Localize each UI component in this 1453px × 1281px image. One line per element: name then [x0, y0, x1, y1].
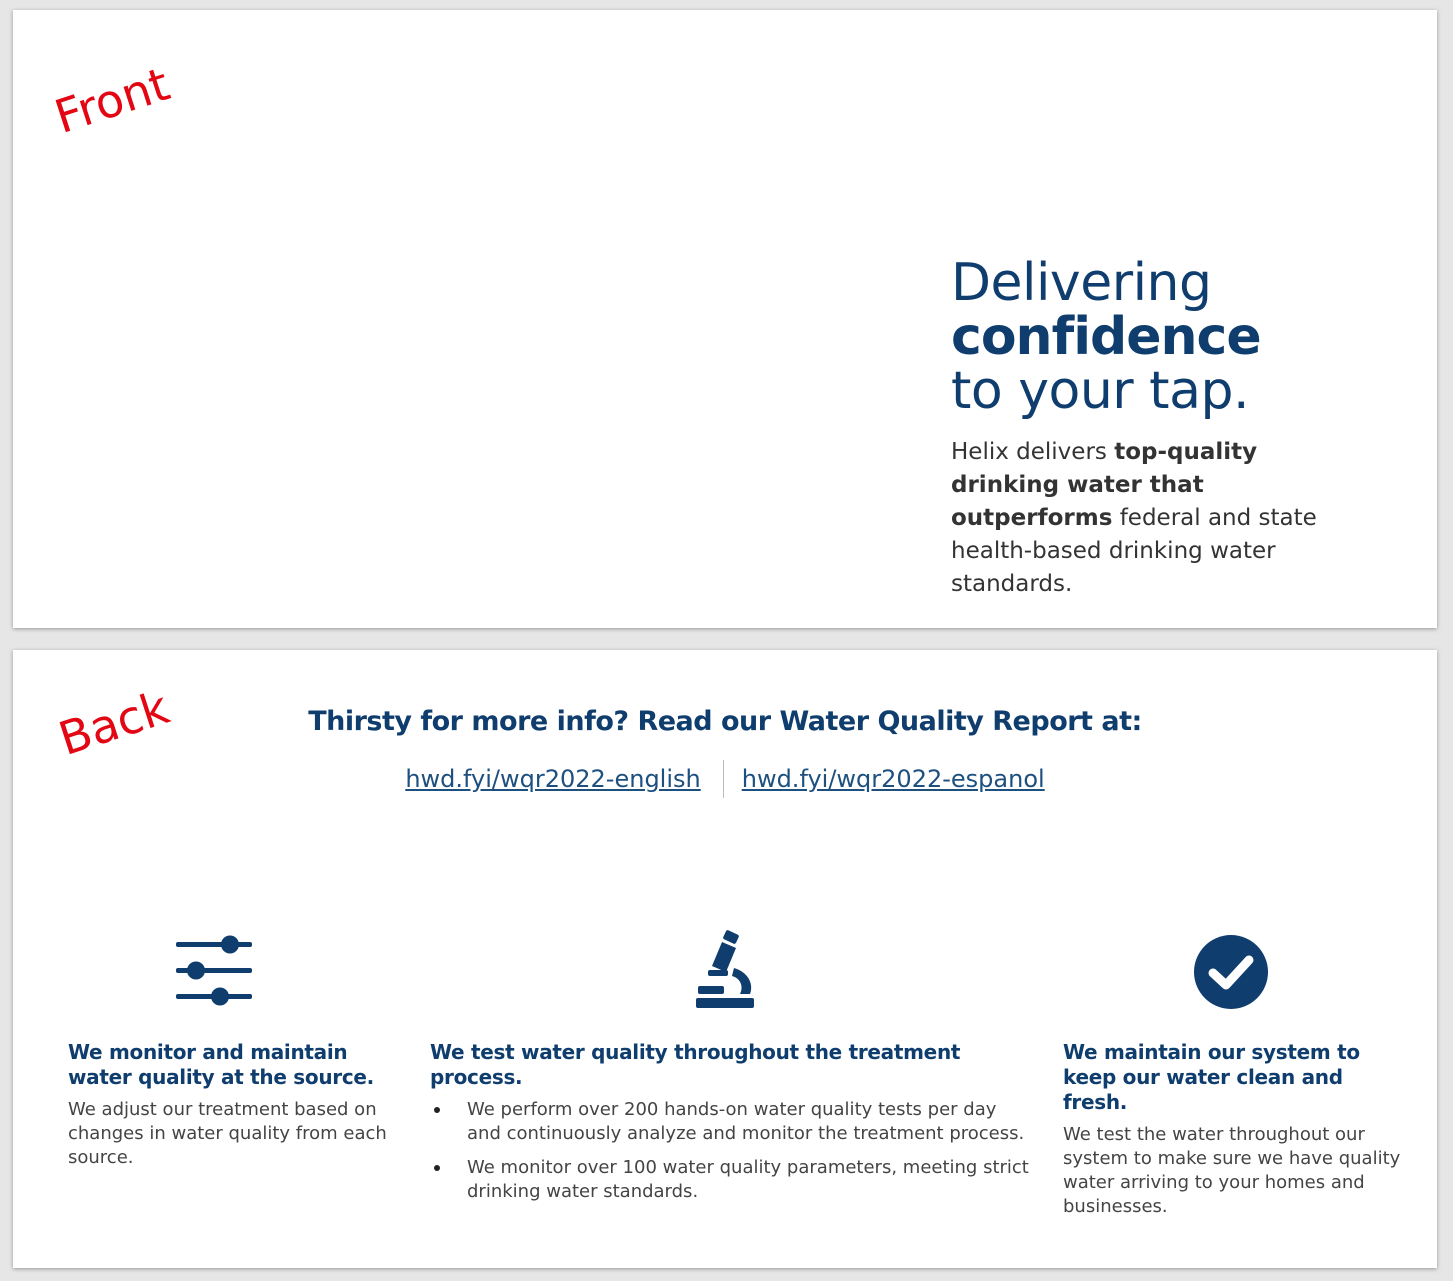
feature-body-system: We test the water throughout our system …: [1063, 1124, 1401, 1217]
headline-line-1: Delivering: [951, 253, 1212, 313]
front-description-part-1: Helix delivers: [951, 439, 1115, 465]
link-divider: [722, 760, 724, 798]
feature-bullet-list: We perform over 200 hands-on water quali…: [430, 1098, 1030, 1204]
front-description: Helix delivers top-quality drinking wate…: [951, 436, 1371, 601]
headline-line-3: to your tap.: [951, 361, 1249, 421]
front-headline: Delivering confidence to your tap.: [951, 253, 1262, 421]
back-title: Thirsty for more info? Read our Water Qu…: [308, 706, 1142, 737]
feature-bullet-parameters: We monitor over 100 water quality parame…: [430, 1156, 1030, 1204]
headline-line-2: confidence: [951, 307, 1262, 367]
front-page: Front Delivering confidence to your tap.…: [13, 10, 1437, 628]
microscope-icon: [696, 930, 754, 1008]
front-annotation-label: Front: [48, 56, 176, 144]
feature-heading-system: We maintain our system to keep our water…: [1063, 1040, 1360, 1114]
feature-heading-testing: We test water quality throughout the tre…: [430, 1040, 961, 1089]
check-circle-icon: [1194, 935, 1268, 1009]
feature-text-testing: We test water quality throughout the tre…: [430, 1040, 1030, 1214]
report-link-espanol[interactable]: hwd.fyi/wqr2022-espanol: [742, 765, 1045, 793]
feature-text-source: We monitor and maintain water quality at…: [68, 1040, 398, 1170]
feature-body-source: We adjust our treatment based on changes…: [68, 1099, 387, 1168]
back-page: Back Thirsty for more info? Read our Wat…: [13, 650, 1437, 1268]
feature-text-system: We maintain our system to keep our water…: [1063, 1040, 1413, 1219]
report-links: hwd.fyi/wqr2022-english hwd.fyi/wqr2022-…: [13, 760, 1437, 798]
sliders-icon: [176, 935, 252, 1006]
report-link-english[interactable]: hwd.fyi/wqr2022-english: [405, 765, 700, 793]
feature-bullet-tests: We perform over 200 hands-on water quali…: [430, 1098, 1030, 1146]
feature-heading-source: We monitor and maintain water quality at…: [68, 1040, 374, 1089]
